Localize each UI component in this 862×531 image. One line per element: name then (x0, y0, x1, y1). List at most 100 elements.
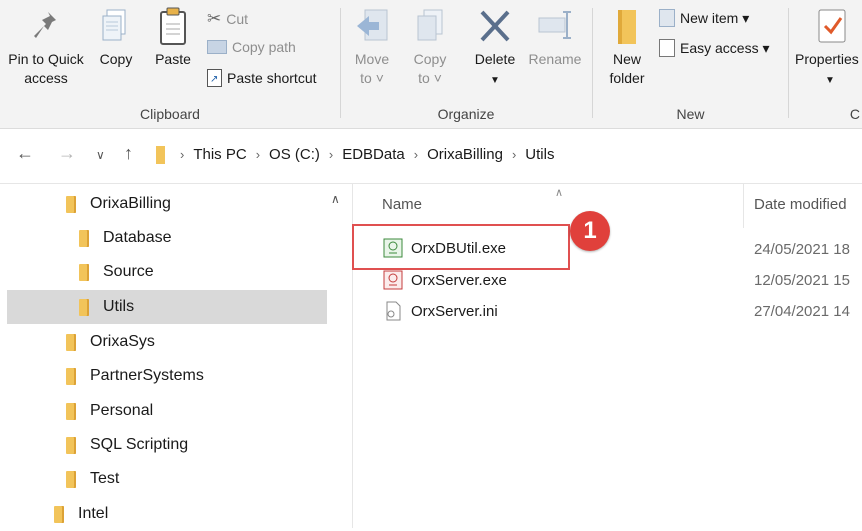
paste-button[interactable]: Paste (150, 6, 196, 69)
easy-access-button[interactable]: Easy access ▾ (659, 39, 770, 57)
folder-icon (66, 402, 76, 420)
folder-icon (54, 505, 64, 523)
new-item-icon (659, 9, 675, 27)
column-header-date-modified[interactable]: Date modified (754, 196, 847, 213)
column-separator[interactable] (743, 184, 744, 228)
tree-item-label: OrixaSys (90, 333, 155, 350)
recent-locations-chevron-icon[interactable]: ∨ (96, 148, 105, 162)
tree-item-label: Utils (103, 298, 135, 315)
navigation-pane: ∧ OrixaBilling Database Source Utils Ori… (0, 184, 353, 528)
delete-label: Delete (474, 51, 516, 67)
clipboard-group-label: Clipboard (140, 106, 200, 122)
folder-icon (79, 229, 89, 247)
highlight-box (352, 224, 570, 270)
tree-item-label: PartnerSystems (90, 367, 204, 384)
delete-dropdown-icon[interactable]: ▼ (490, 75, 500, 86)
tree-item-source[interactable]: Source (79, 255, 319, 289)
new-group-label: New (676, 106, 705, 122)
copy-to-label: Copy to ˅ (413, 51, 447, 86)
crumb-utils[interactable]: Utils (520, 146, 559, 163)
file-name: OrxServer.exe (411, 271, 507, 289)
move-to-button[interactable]: Move to ˅ (349, 6, 395, 88)
cut-button[interactable]: ✂ Cut (207, 9, 248, 29)
chevron-right-icon[interactable]: › (176, 147, 188, 162)
tree-item-label: Database (103, 229, 172, 246)
move-to-icon (357, 9, 388, 41)
easy-access-label: Easy access ▾ (680, 39, 770, 56)
file-date: 27/04/2021 14 (754, 303, 850, 320)
chevron-right-icon[interactable]: › (325, 147, 337, 162)
paste-shortcut-button[interactable]: ↗ Paste shortcut (207, 69, 317, 87)
folder-icon (66, 436, 76, 454)
new-folder-label: New folder (609, 51, 645, 86)
copy-to-button[interactable]: Copy to ˅ (407, 6, 453, 88)
address-bar: ← → ∨ ↑ › This PC › OS (C:) › EDBData › … (0, 129, 862, 184)
chevron-right-icon[interactable]: › (410, 147, 422, 162)
scroll-up-chevron-icon[interactable]: ∧ (331, 192, 340, 206)
pin-to-quick-access-button[interactable]: Pin to Quick access (4, 6, 88, 88)
back-arrow-icon[interactable]: ← (16, 143, 34, 164)
paste-shortcut-label: Paste shortcut (227, 70, 317, 86)
copy-button[interactable]: Copy (94, 6, 138, 69)
rename-label: Rename (528, 51, 582, 67)
copy-to-icon (417, 9, 443, 41)
tree-item-test[interactable]: Test (66, 462, 316, 496)
crumb-os-c[interactable]: OS (C:) (264, 146, 325, 163)
delete-x-icon (480, 10, 510, 42)
open-group: Properties ▼ C (789, 0, 862, 128)
forward-arrow-icon[interactable]: → (58, 143, 76, 164)
ribbon: Pin to Quick access Copy Paste ✂ Cut Cop… (0, 0, 862, 129)
tree-item-database[interactable]: Database (79, 221, 319, 255)
crumb-orixabilling[interactable]: OrixaBilling (422, 146, 508, 163)
pin-icon (34, 12, 56, 38)
sort-ascending-icon: ∧ (555, 187, 564, 199)
tree-item-label: Source (103, 263, 154, 280)
copy-label: Copy (99, 51, 133, 67)
copy-path-button[interactable]: Copy path (207, 39, 296, 55)
new-group: New folder New item ▾ Easy access ▾ New (593, 0, 788, 128)
new-item-button[interactable]: New item ▾ (659, 9, 749, 27)
tree-item-partnersystems[interactable]: PartnerSystems (66, 359, 316, 393)
rename-button[interactable]: Rename (525, 6, 585, 69)
tree-item-personal[interactable]: Personal (66, 394, 316, 428)
scissors-icon: ✂ (207, 9, 222, 28)
folder-icon (66, 195, 76, 213)
chevron-right-icon[interactable]: › (508, 147, 520, 162)
copy-path-icon (207, 40, 227, 54)
clipboard-paste-icon (160, 7, 186, 45)
column-header-name[interactable]: Name (382, 196, 422, 213)
move-to-label: Move to ˅ (354, 51, 390, 86)
tree-item-label: Intel (78, 505, 109, 522)
folder-icon (66, 470, 76, 488)
file-row-orxserver-ini[interactable]: OrxServer.ini (383, 298, 498, 324)
crumb-this-pc[interactable]: This PC (188, 146, 251, 163)
organize-group: Move to ˅ Copy to ˅ Delete ▼ Rename Orga… (341, 0, 591, 128)
delete-button[interactable]: Delete ▼ (471, 6, 519, 90)
folder-icon (66, 367, 76, 385)
tree-item-orixasys[interactable]: OrixaSys (66, 325, 316, 359)
rename-icon (538, 11, 571, 39)
file-row-orxserver-exe[interactable]: OrxServer.exe (383, 267, 507, 293)
properties-label: Properties (795, 51, 859, 67)
tree-item-orixabilling[interactable]: OrixaBilling (66, 187, 316, 221)
tree-item-intel[interactable]: Intel (54, 497, 316, 531)
properties-button[interactable]: Properties ▼ (795, 6, 862, 90)
file-date: 24/05/2021 18 (754, 241, 850, 258)
properties-check-icon (818, 9, 846, 43)
chevron-right-icon[interactable]: › (252, 147, 264, 162)
folder-icon (79, 298, 89, 316)
breadcrumb[interactable]: › This PC › OS (C:) › EDBData › OrixaBil… (176, 146, 559, 163)
tree-item-sql-scripting[interactable]: SQL Scripting (66, 428, 316, 462)
up-arrow-icon[interactable]: ↑ (124, 143, 133, 164)
tree-item-utils[interactable]: Utils (7, 290, 327, 324)
crumb-edbdata[interactable]: EDBData (337, 146, 410, 163)
tree-item-label: SQL Scripting (90, 436, 189, 453)
step-number-badge: 1 (570, 211, 610, 251)
clipboard-group: Pin to Quick access Copy Paste ✂ Cut Cop… (0, 0, 340, 128)
new-item-label: New item ▾ (680, 9, 750, 26)
new-folder-button[interactable]: New folder (601, 6, 653, 88)
folder-icon (79, 263, 89, 281)
folder-icon (66, 333, 76, 351)
properties-dropdown-icon[interactable]: ▼ (795, 75, 835, 86)
copy-path-label: Copy path (232, 39, 296, 55)
